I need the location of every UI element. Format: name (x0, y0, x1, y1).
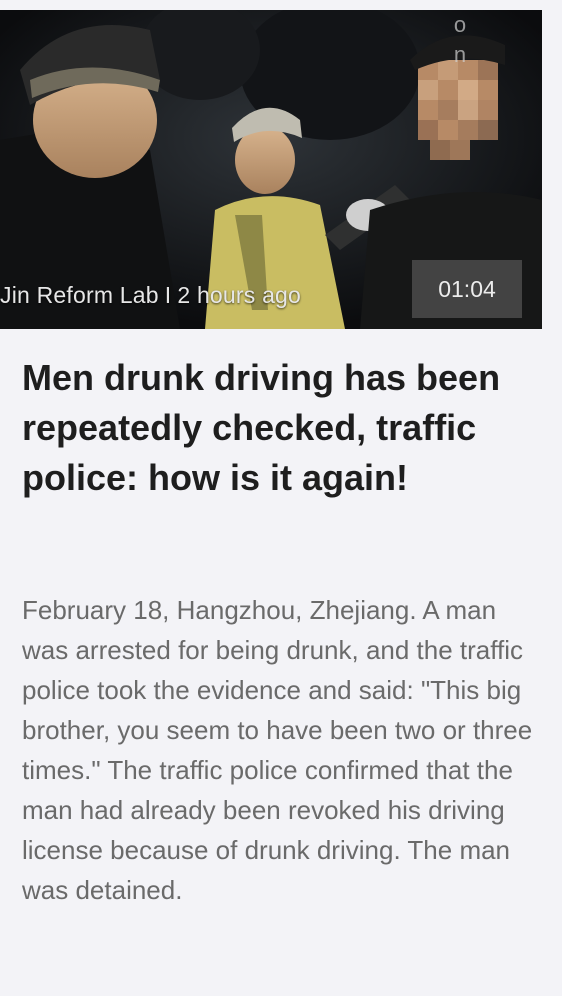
article-body: February 18, Hangzhou, Zhejiang. A man w… (22, 595, 533, 905)
publish-time: 2 hours ago (177, 282, 302, 308)
watermark-letter: o (453, 12, 467, 37)
watermark-letter: n (453, 42, 467, 67)
source-name[interactable]: Jin Reform Lab (0, 282, 159, 308)
duration-text: 01:04 (438, 275, 496, 302)
duration-badge: 01:04 (412, 260, 522, 318)
meta-separator: I (164, 282, 172, 308)
watermark-letters: o n (449, 10, 471, 70)
video-meta: Jin Reform Lab I 2 hours ago (0, 282, 301, 309)
article-headline[interactable]: Men drunk driving has been repeatedly ch… (22, 353, 542, 503)
